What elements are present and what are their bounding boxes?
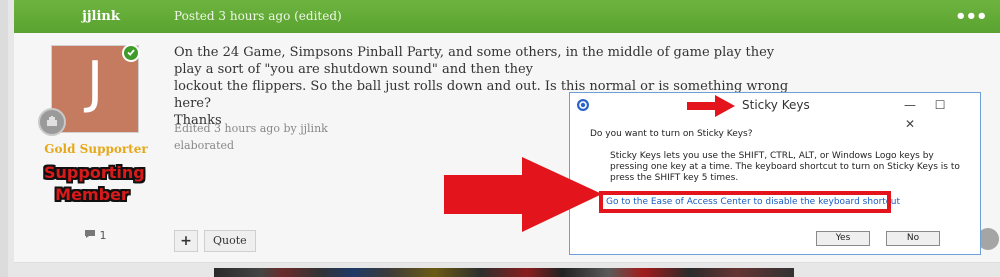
maximize-button[interactable]: ☐ xyxy=(929,98,951,112)
edit-info: Edited 3 hours ago by jjlink elaborated xyxy=(174,120,328,154)
comment-icon xyxy=(85,230,95,238)
embedded-image-strip xyxy=(214,268,794,277)
link-highlight-box xyxy=(599,191,891,213)
dialog-description: Sticky Keys lets you use the SHIFT, CTRL… xyxy=(610,151,960,183)
member-group: Gold Supporter xyxy=(44,142,148,156)
window-controls: — ☐ ✕ xyxy=(896,94,980,132)
online-check-icon xyxy=(122,44,140,62)
dialog-title: Sticky Keys xyxy=(742,98,810,112)
minimize-button[interactable]: — xyxy=(899,98,921,112)
edited-by: Edited 3 hours ago by jjlink xyxy=(174,122,328,135)
close-button[interactable]: ✕ xyxy=(899,117,921,131)
no-button[interactable]: No xyxy=(886,231,940,246)
post-line: On the 24 Game, Simpsons Pinball Party, … xyxy=(174,45,775,77)
yes-button[interactable]: Yes xyxy=(816,231,870,246)
red-arrow-icon xyxy=(687,95,735,117)
plus-button[interactable]: + xyxy=(174,230,198,252)
ease-of-access-icon xyxy=(577,99,589,111)
author-name[interactable]: jjlink xyxy=(66,9,136,24)
reputation-count: 1 xyxy=(84,229,107,242)
post-timestamp[interactable]: Posted 3 hours ago (edited) xyxy=(174,9,342,23)
post-header xyxy=(14,0,1000,33)
edit-reason: elaborated xyxy=(174,139,235,152)
page-background-strip xyxy=(0,0,8,277)
quote-button[interactable]: Quote xyxy=(204,230,256,252)
sticky-keys-dialog: Sticky Keys — ☐ ✕ Do you want to turn on… xyxy=(569,92,981,255)
more-options-icon[interactable]: ••• xyxy=(955,6,988,27)
supporting-member-badge: Supporting Member xyxy=(44,163,145,204)
red-arrow-icon xyxy=(444,157,602,232)
dialog-question: Do you want to turn on Sticky Keys? xyxy=(590,129,753,139)
rank-hand-icon xyxy=(38,108,66,136)
